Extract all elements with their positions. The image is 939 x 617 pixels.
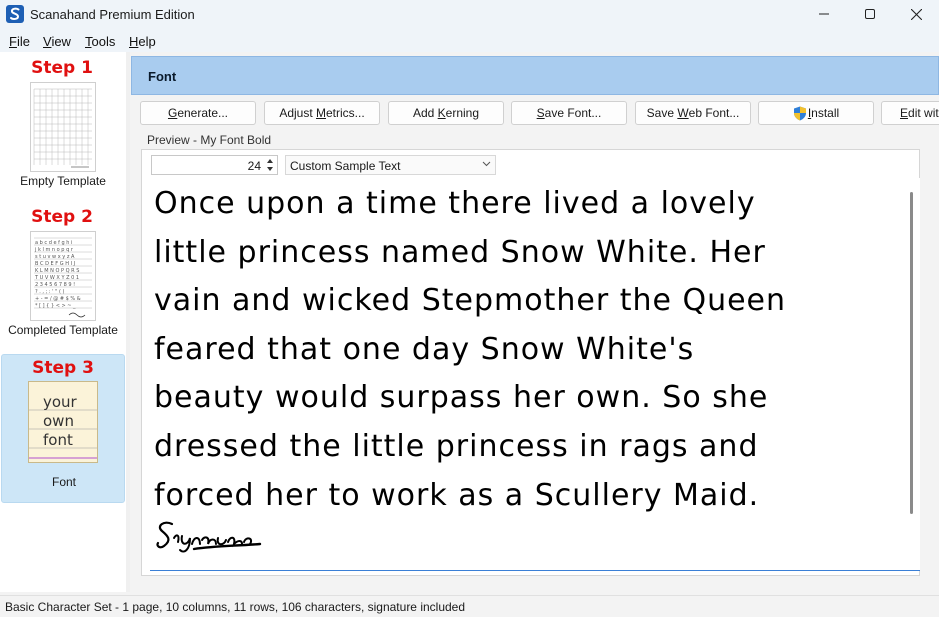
- app-window: Scanahand Premium Edition File View Tool…: [0, 0, 939, 617]
- font-size-stepper[interactable]: 24: [151, 155, 278, 175]
- status-bar: Basic Character Set - 1 page, 10 columns…: [0, 595, 939, 617]
- completed-template-thumbnail: a b c d e f g h i j k l m n o p q r s t …: [30, 231, 96, 321]
- maximize-button[interactable]: [847, 0, 893, 28]
- step-caption: Font: [51, 475, 76, 489]
- install-button[interactable]: Install: [758, 101, 874, 125]
- signature-image: [156, 521, 262, 553]
- minimize-button[interactable]: [801, 0, 847, 28]
- step-font[interactable]: Step 3 your own font Font: [1, 354, 125, 503]
- svg-text:s t u v w x y z A: s t u v w x y z A: [35, 254, 75, 260]
- step-empty-template[interactable]: Step 1 Empty Template: [1, 56, 123, 196]
- preview-line: forced her to work as a Scullery Maid.: [154, 477, 760, 513]
- adjust-metrics-button[interactable]: Adjust Metrics...: [264, 101, 380, 125]
- preview-line: little princess named Snow White. Her: [154, 234, 766, 270]
- step-title: Step 1: [31, 58, 93, 78]
- preview-line: Once upon a time there lived a lovely: [154, 186, 756, 221]
- font-preview-area: Once upon a time there lived a lovely li…: [150, 178, 920, 571]
- main-panel: Font Generate... Adjust Metrics... Add K…: [131, 52, 939, 592]
- maximize-icon: [865, 9, 875, 19]
- svg-text:j k l m n o p q r: j k l m n o p q r: [34, 247, 74, 253]
- shield-icon: [793, 106, 806, 120]
- preview-line: vain and wicked Stepmother the Queen: [154, 283, 787, 319]
- panel-title: Font: [148, 69, 177, 84]
- preview-line: feared that one day Snow White's: [154, 331, 695, 367]
- minimize-icon: [819, 13, 829, 15]
- generate-button[interactable]: Generate...: [140, 101, 256, 125]
- edit-with-button[interactable]: Edit wit: [881, 101, 939, 125]
- step-panel-scrollbar[interactable]: [126, 52, 130, 592]
- preview-label: Preview - My Font Bold: [147, 133, 272, 147]
- template-grid-icon: [33, 88, 92, 168]
- app-logo-icon: [6, 5, 24, 23]
- menu-view[interactable]: View: [43, 34, 71, 49]
- font-size-value: 24: [247, 159, 261, 173]
- preview-scrollbar[interactable]: [910, 192, 913, 514]
- add-kerning-button[interactable]: Add Kerning: [388, 101, 504, 125]
- save-web-font-button[interactable]: Save Web Font...: [635, 101, 751, 125]
- title-bar: Scanahand Premium Edition: [0, 0, 939, 28]
- panel-header: Font: [131, 56, 939, 95]
- menu-file[interactable]: File: [9, 34, 30, 49]
- empty-template-thumbnail: [30, 82, 96, 172]
- menu-tools[interactable]: Tools: [85, 34, 115, 49]
- sample-text-select[interactable]: Custom Sample Text: [285, 155, 496, 175]
- svg-text:? . , ; : ' " ( ): ? . , ; : ' " ( ): [35, 289, 65, 295]
- close-button[interactable]: [893, 0, 939, 28]
- window-title: Scanahand Premium Edition: [30, 7, 195, 22]
- step-completed-template[interactable]: Step 2 a b c d e f g h i j k l m n o p q…: [1, 205, 123, 345]
- step-caption: Empty Template: [20, 174, 106, 188]
- menu-bar: File View Tools Help: [0, 28, 939, 52]
- svg-text:* [ ] { } < > ~ _: * [ ] { } < > ~ _: [35, 303, 76, 309]
- svg-text:a b c d e f g h i: a b c d e f g h i: [35, 240, 72, 246]
- svg-text:T U V W X Y Z 0 1: T U V W X Y Z 0 1: [34, 275, 79, 281]
- step-panel: Step 1 Empty Template Step 2 a b c d e f…: [0, 52, 127, 592]
- preview-text: Once upon a time there lived a lovely li…: [154, 180, 902, 520]
- step-title: Step 3: [32, 358, 94, 378]
- chevron-down-icon: [482, 161, 491, 167]
- preview-group: 24 Custom Sample Text Once upon a time t…: [141, 149, 920, 576]
- sample-text-value: Custom Sample Text: [290, 159, 401, 173]
- filled-template-icon: a b c d e f g h i j k l m n o p q r s t …: [34, 237, 92, 318]
- step-caption: Completed Template: [8, 323, 118, 337]
- step-title: Step 2: [31, 207, 93, 227]
- thumb-words: your own font: [43, 393, 77, 449]
- svg-text:2 3 4 5 6 7 8 9 !: 2 3 4 5 6 7 8 9 !: [35, 282, 75, 288]
- svg-text:K L M N O P Q R S: K L M N O P Q R S: [35, 268, 79, 274]
- preview-line: dressed the little princess in rags and: [154, 428, 759, 464]
- close-icon: [910, 8, 922, 20]
- spin-arrows-icon[interactable]: [265, 157, 275, 173]
- svg-text:+ - = / @ # $ % &: + - = / @ # $ % &: [35, 296, 81, 302]
- font-thumbnail: your own font: [28, 381, 98, 463]
- menu-help[interactable]: Help: [129, 34, 156, 49]
- status-text: Basic Character Set - 1 page, 10 columns…: [5, 600, 466, 614]
- preview-line: beauty would surpass her own. So she: [154, 380, 769, 416]
- save-font-button[interactable]: Save Font...: [511, 101, 627, 125]
- svg-text:B C D E F G H I J: B C D E F G H I J: [35, 261, 75, 267]
